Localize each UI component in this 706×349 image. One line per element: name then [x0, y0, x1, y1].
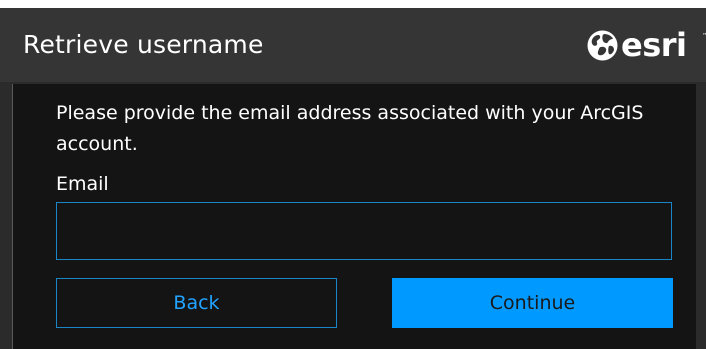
esri-logo-text: esri: [621, 26, 687, 64]
email-input[interactable]: [56, 202, 672, 260]
dialog-header: Retrieve username esri ™: [0, 8, 706, 82]
esri-logo: esri ™: [586, 26, 706, 64]
dialog-body: Please provide the email address associa…: [12, 84, 696, 349]
globe-icon: [587, 30, 618, 60]
retrieve-username-dialog: Retrieve username esri ™ Please provide …: [0, 8, 706, 349]
continue-button[interactable]: Continue: [392, 278, 673, 328]
dialog-title: Retrieve username: [23, 30, 264, 59]
email-label: Email: [56, 173, 109, 195]
trademark-symbol: ™: [702, 32, 706, 40]
back-button[interactable]: Back: [56, 278, 337, 328]
instructions-text: Please provide the email address associa…: [56, 102, 644, 155]
